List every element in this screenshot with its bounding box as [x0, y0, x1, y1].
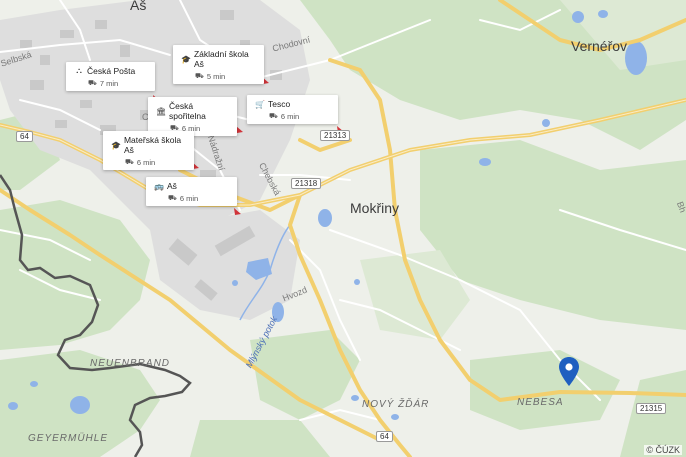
- place-label-geyermuhle: GEYERMÜHLE: [28, 433, 109, 444]
- bank-icon: 🏛: [156, 106, 167, 116]
- poi-travel-time: 6 min: [179, 194, 199, 203]
- school-icon: 🎓: [111, 140, 121, 150]
- road-shield-21315: 21315: [636, 403, 667, 414]
- post-office-icon: ⛬: [76, 66, 82, 75]
- poi-card-ceska-posta[interactable]: ⛬ Česká Pošta ⛟ 7 min: [66, 62, 155, 91]
- poi-card-tesco[interactable]: 🛒 Tesco ⛟ 6 min: [247, 95, 338, 124]
- car-icon: ⛟: [269, 113, 278, 120]
- poi-card-zakladni-skola[interactable]: 🎓 Základní škola Aš ⛟ 5 min: [173, 45, 264, 84]
- poi-name: Česká Pošta: [87, 66, 136, 76]
- road-shield-64: 64: [16, 131, 33, 142]
- poi-name: Aš: [167, 181, 177, 191]
- poi-travel-time: 5 min: [206, 72, 226, 81]
- map-copyright: © ČÚZK: [644, 445, 682, 455]
- poi-travel-time: 6 min: [136, 158, 156, 167]
- car-icon: ⛟: [125, 159, 134, 166]
- place-label-nebesa: NEBESA: [517, 397, 564, 408]
- place-label-novy-zdar: NOVÝ ŽĎÁR: [362, 399, 430, 410]
- poi-name: Tesco: [268, 99, 291, 109]
- poi-name: Mateřská škola Aš: [123, 135, 182, 155]
- road-shield-21318: 21318: [291, 178, 322, 189]
- poi-card-bus-stop-as[interactable]: 🚌 Aš ⛟ 6 min: [146, 177, 237, 206]
- place-label-mokriny: Mokřiny: [350, 200, 400, 216]
- car-icon: ⛟: [195, 73, 204, 80]
- poi-name: Základní škola Aš: [193, 49, 249, 69]
- poi-card-materska-skola[interactable]: 🎓 Mateřská škola Aš ⛟ 6 min: [103, 131, 194, 170]
- poi-travel-time: 7 min: [99, 79, 119, 88]
- poi-name: Česká spořitelna: [169, 101, 206, 121]
- bus-icon: 🚌: [154, 181, 164, 191]
- school-icon: 🎓: [181, 54, 191, 64]
- location-pin-icon[interactable]: [558, 356, 580, 388]
- shop-icon: 🛒: [255, 99, 265, 109]
- road-shield-21313: 21313: [320, 130, 351, 141]
- car-icon: ⛟: [168, 195, 177, 202]
- poi-travel-time: 6 min: [280, 112, 300, 121]
- place-label-vernerov: Vernéřov: [571, 38, 628, 54]
- road-shield-64-south: 64: [376, 431, 393, 442]
- place-label-as: Aš: [130, 0, 147, 13]
- car-icon: ⛟: [88, 80, 97, 87]
- place-label-neuenbrand: NEUENBRAND: [90, 358, 171, 369]
